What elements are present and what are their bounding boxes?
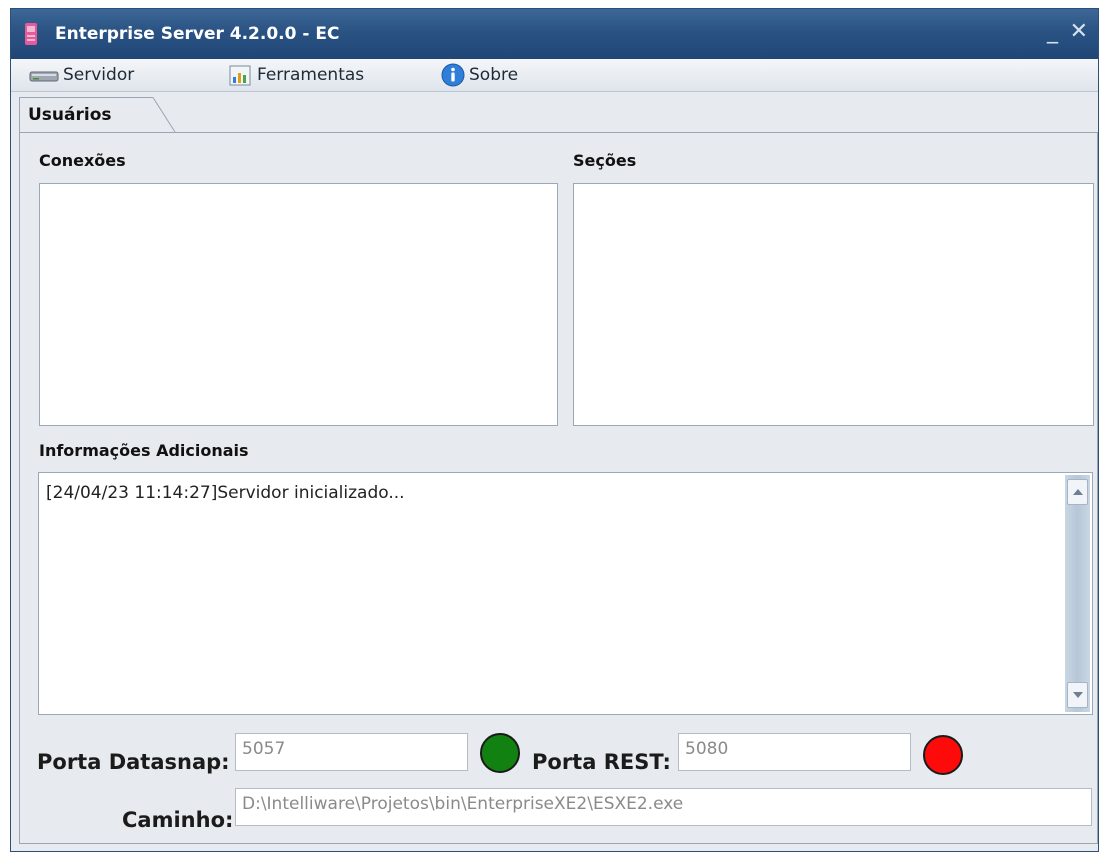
tab-label: Usuários [28, 105, 112, 125]
sessions-list[interactable] [573, 183, 1094, 426]
connections-list[interactable] [39, 183, 558, 426]
log-scrollbar[interactable] [1065, 475, 1090, 712]
datasnap-status-indicator [480, 733, 520, 773]
menu-bar: Servidor Ferramentas Sobre [11, 59, 1098, 92]
scroll-down-button[interactable] [1067, 682, 1088, 708]
connections-label: Conexões [39, 151, 126, 170]
menu-item-label: Sobre [469, 65, 519, 85]
info-icon [441, 63, 465, 87]
menu-item-sobre[interactable]: Sobre [441, 63, 518, 87]
datasnap-port-field[interactable]: 5057 [235, 733, 468, 771]
log-memo[interactable]: [24/04/23 11:14:27]Servidor inicializado… [38, 472, 1093, 715]
additional-info-label: Informações Adicionais [39, 441, 249, 460]
chart-tools-icon [229, 64, 253, 86]
menu-item-label: Ferramentas [257, 65, 365, 85]
menu-item-servidor[interactable]: Servidor [29, 63, 134, 87]
rest-port-field[interactable]: 5080 [678, 733, 911, 771]
tab-usuarios[interactable]: Usuários [19, 97, 144, 133]
path-label: Caminho: [122, 808, 234, 832]
path-field[interactable]: D:\Intelliware\Projetos\bin\EnterpriseXE… [235, 788, 1092, 826]
arrow-down-icon [1073, 692, 1083, 698]
app-window: Enterprise Server 4.2.0.0 - EC _ ✕ Servi… [10, 8, 1099, 852]
menu-item-ferramentas[interactable]: Ferramentas [229, 63, 364, 87]
log-line: [24/04/23 11:14:27]Servidor inicializado… [46, 483, 405, 503]
rest-port-label: Porta REST: [532, 750, 671, 774]
menu-item-label: Servidor [63, 65, 135, 85]
rest-status-indicator [923, 735, 963, 775]
minimize-button[interactable]: _ [1047, 19, 1058, 45]
title-bar[interactable]: Enterprise Server 4.2.0.0 - EC _ ✕ [11, 9, 1098, 59]
scroll-up-button[interactable] [1067, 479, 1088, 505]
tab-edge [143, 97, 176, 133]
datasnap-port-label: Porta Datasnap: [37, 750, 230, 774]
arrow-up-icon [1073, 489, 1083, 495]
sessions-label: Seções [573, 151, 637, 170]
close-button[interactable]: ✕ [1070, 19, 1088, 45]
app-icon [25, 23, 37, 45]
window-title: Enterprise Server 4.2.0.0 - EC [55, 24, 340, 44]
server-icon [29, 67, 59, 83]
